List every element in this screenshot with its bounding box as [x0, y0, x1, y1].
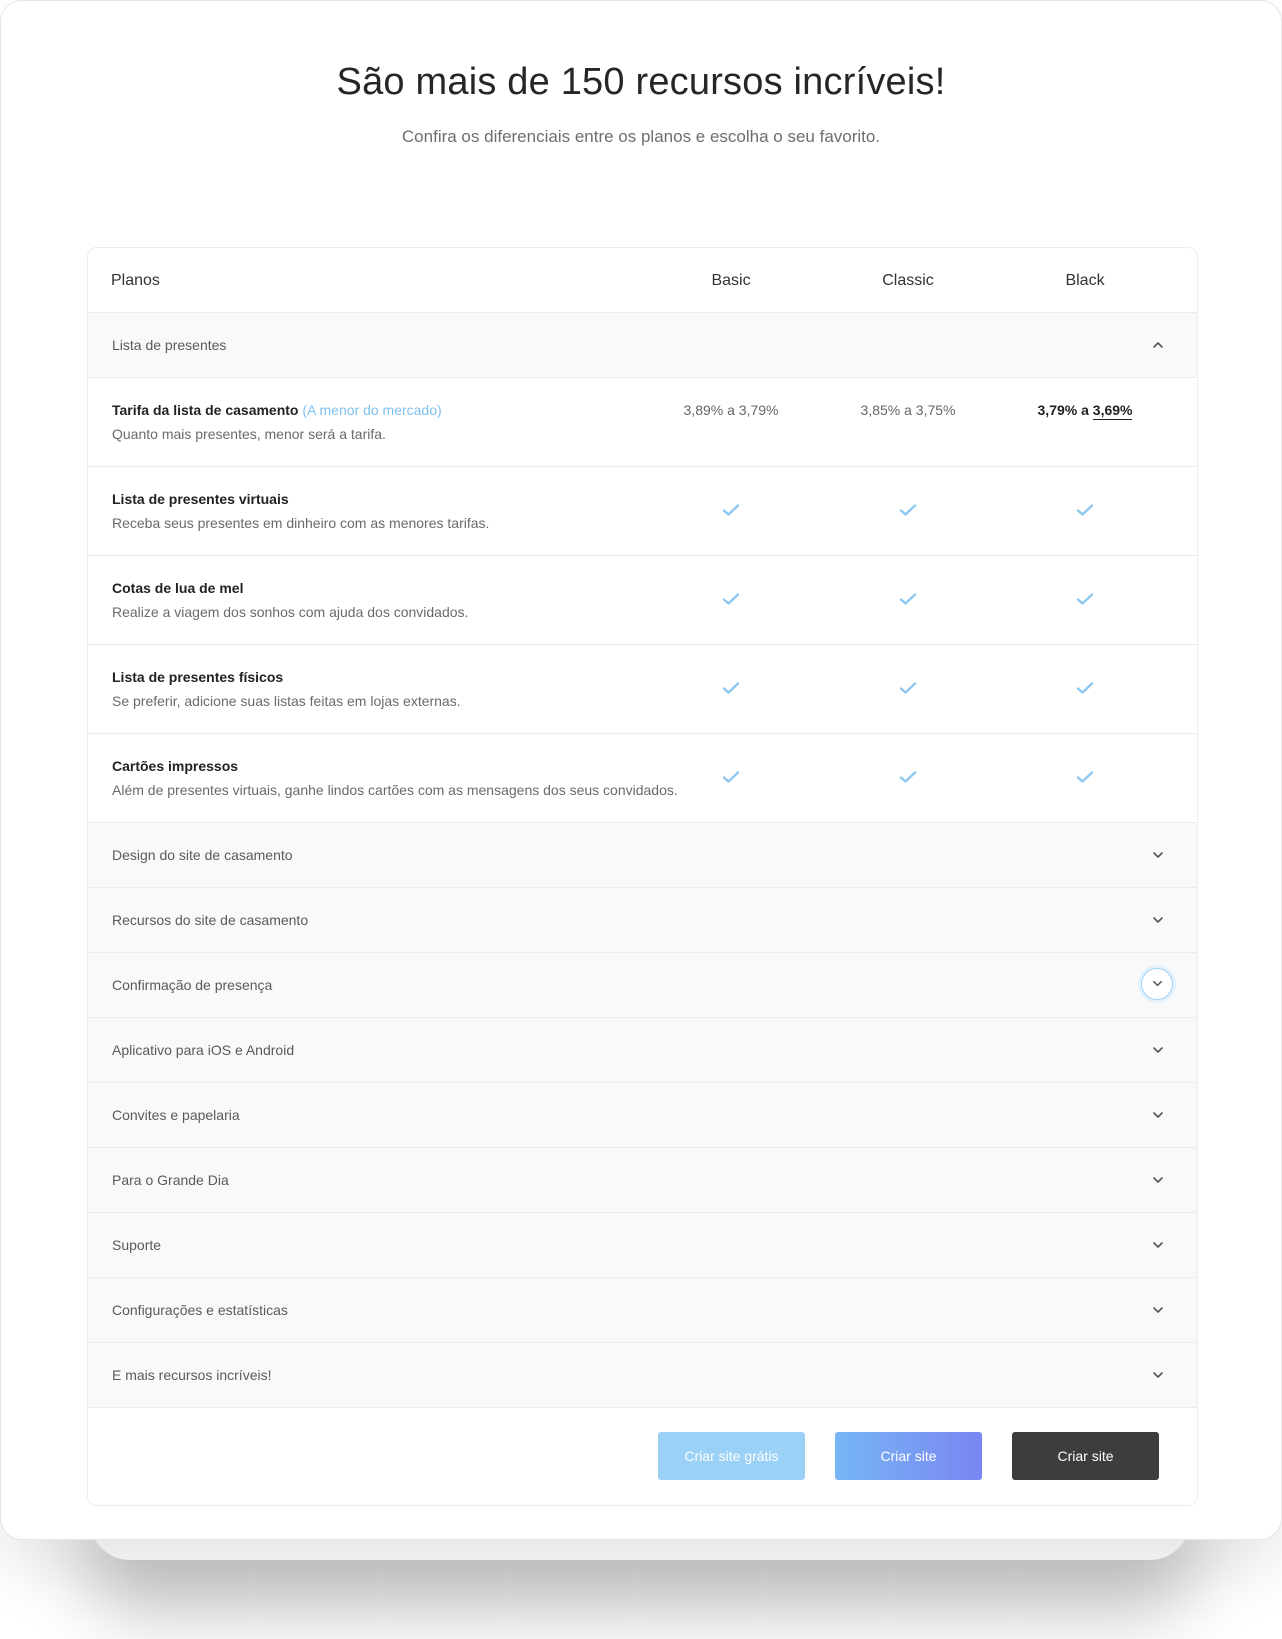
check-icon: [1076, 681, 1094, 695]
section-label: E mais recursos incríveis!: [112, 1367, 272, 1383]
chevron-down-icon[interactable]: [1150, 847, 1166, 863]
black-value-underlined: 3,69%: [1092, 402, 1133, 420]
feature-description: Realize a viagem dos sonhos com ajuda do…: [112, 604, 469, 620]
section-label: Confirmação de presença: [112, 977, 273, 993]
section-recursos-do-site[interactable]: Recursos do site de casamento: [88, 888, 1197, 953]
column-classic: Classic: [882, 272, 934, 289]
section-confirmacao-de-presenca[interactable]: Confirmação de presença: [88, 953, 1197, 1018]
section-label: Configurações e estatísticas: [112, 1302, 288, 1318]
chevron-down-icon[interactable]: [1150, 1237, 1166, 1253]
feature-row-tarifa: Tarifa da lista de casamento (A menor do…: [88, 378, 1197, 467]
check-icon: [1076, 770, 1094, 784]
column-black: Black: [1065, 272, 1105, 289]
check-icon: [899, 681, 917, 695]
feature-highlight: (A menor do mercado): [302, 402, 442, 418]
black-value-prefix: 3,79% a: [1037, 402, 1093, 418]
check-icon: [1076, 503, 1094, 517]
check-icon: [722, 503, 740, 517]
feature-row-cartoes-impressos: Cartões impressos Além de presentes virt…: [88, 734, 1197, 823]
feature-description: Além de presentes virtuais, ganhe lindos…: [112, 782, 678, 798]
chevron-down-icon[interactable]: [1150, 1172, 1166, 1188]
feature-title: Tarifa da lista de casamento (A menor do…: [112, 402, 442, 418]
feature-row-presentes-virtuais: Lista de presentes virtuais Receba seus …: [88, 467, 1197, 556]
create-free-site-button[interactable]: Criar site grátis: [658, 1432, 805, 1480]
section-label: Convites e papelaria: [112, 1107, 240, 1123]
chevron-down-icon[interactable]: [1150, 1367, 1166, 1383]
section-label: Para o Grande Dia: [112, 1172, 229, 1188]
check-icon: [722, 592, 740, 606]
section-configuracoes[interactable]: Configurações e estatísticas: [88, 1278, 1197, 1343]
create-classic-site-button[interactable]: Criar site: [835, 1432, 982, 1480]
chevron-up-icon[interactable]: [1150, 337, 1166, 353]
feature-title: Cotas de lua de mel: [112, 580, 244, 596]
section-suporte[interactable]: Suporte: [88, 1213, 1197, 1278]
feature-row-lua-de-mel: Cotas de lua de mel Realize a viagem dos…: [88, 556, 1197, 645]
chevron-down-icon[interactable]: [1150, 1042, 1166, 1058]
feature-title: Lista de presentes virtuais: [112, 491, 289, 507]
section-label: Suporte: [112, 1237, 162, 1253]
check-icon: [899, 503, 917, 517]
chevron-down-icon[interactable]: [1141, 968, 1173, 1000]
section-label: Aplicativo para iOS e Android: [112, 1042, 295, 1058]
table-footer: Criar site grátis Criar site Criar site: [88, 1408, 1197, 1505]
feature-description: Quanto mais presentes, menor será a tari…: [112, 426, 386, 442]
feature-title: Cartões impressos: [112, 758, 239, 774]
section-lista-de-presentes[interactable]: Lista de presentes: [88, 313, 1197, 378]
section-mais-recursos[interactable]: E mais recursos incríveis!: [88, 1343, 1197, 1408]
section-label: Lista de presentes: [112, 337, 227, 353]
create-black-site-button[interactable]: Criar site: [1012, 1432, 1159, 1480]
check-icon: [1076, 592, 1094, 606]
section-aplicativo[interactable]: Aplicativo para iOS e Android: [88, 1018, 1197, 1083]
black-value: 3,79% a 3,69%: [1010, 402, 1160, 420]
classic-value: 3,85% a 3,75%: [860, 402, 956, 418]
feature-title-text: Tarifa da lista de casamento: [112, 402, 299, 418]
page-subtitle: Confira os diferenciais entre os planos …: [401, 127, 881, 146]
check-icon: [899, 592, 917, 606]
column-basic: Basic: [711, 272, 751, 289]
section-label: Recursos do site de casamento: [112, 912, 309, 928]
feature-description: Se preferir, adicione suas listas feitas…: [112, 693, 461, 709]
table-header: Planos Basic Classic Black: [88, 248, 1197, 313]
chevron-down-icon[interactable]: [1150, 1107, 1166, 1123]
chevron-down-icon[interactable]: [1150, 912, 1166, 928]
check-icon: [899, 770, 917, 784]
check-icon: [722, 770, 740, 784]
plans-comparison-table: Planos Basic Classic Black Lista de pres…: [87, 247, 1198, 1506]
section-grande-dia[interactable]: Para o Grande Dia: [88, 1148, 1197, 1213]
section-label: Design do site de casamento: [112, 847, 293, 863]
chevron-down-icon[interactable]: [1150, 1302, 1166, 1318]
pricing-window: São mais de 150 recursos incríveis! Conf…: [0, 0, 1282, 1540]
feature-title: Lista de presentes físicos: [112, 669, 284, 685]
page-title: São mais de 150 recursos incríveis!: [336, 61, 946, 103]
basic-value: 3,89% a 3,79%: [683, 402, 779, 418]
check-icon: [722, 681, 740, 695]
plans-label: Planos: [111, 272, 160, 289]
section-convites[interactable]: Convites e papelaria: [88, 1083, 1197, 1148]
section-design-do-site[interactable]: Design do site de casamento: [88, 823, 1197, 888]
feature-description: Receba seus presentes em dinheiro com as…: [112, 515, 490, 531]
feature-row-presentes-fisicos: Lista de presentes físicos Se preferir, …: [88, 645, 1197, 734]
